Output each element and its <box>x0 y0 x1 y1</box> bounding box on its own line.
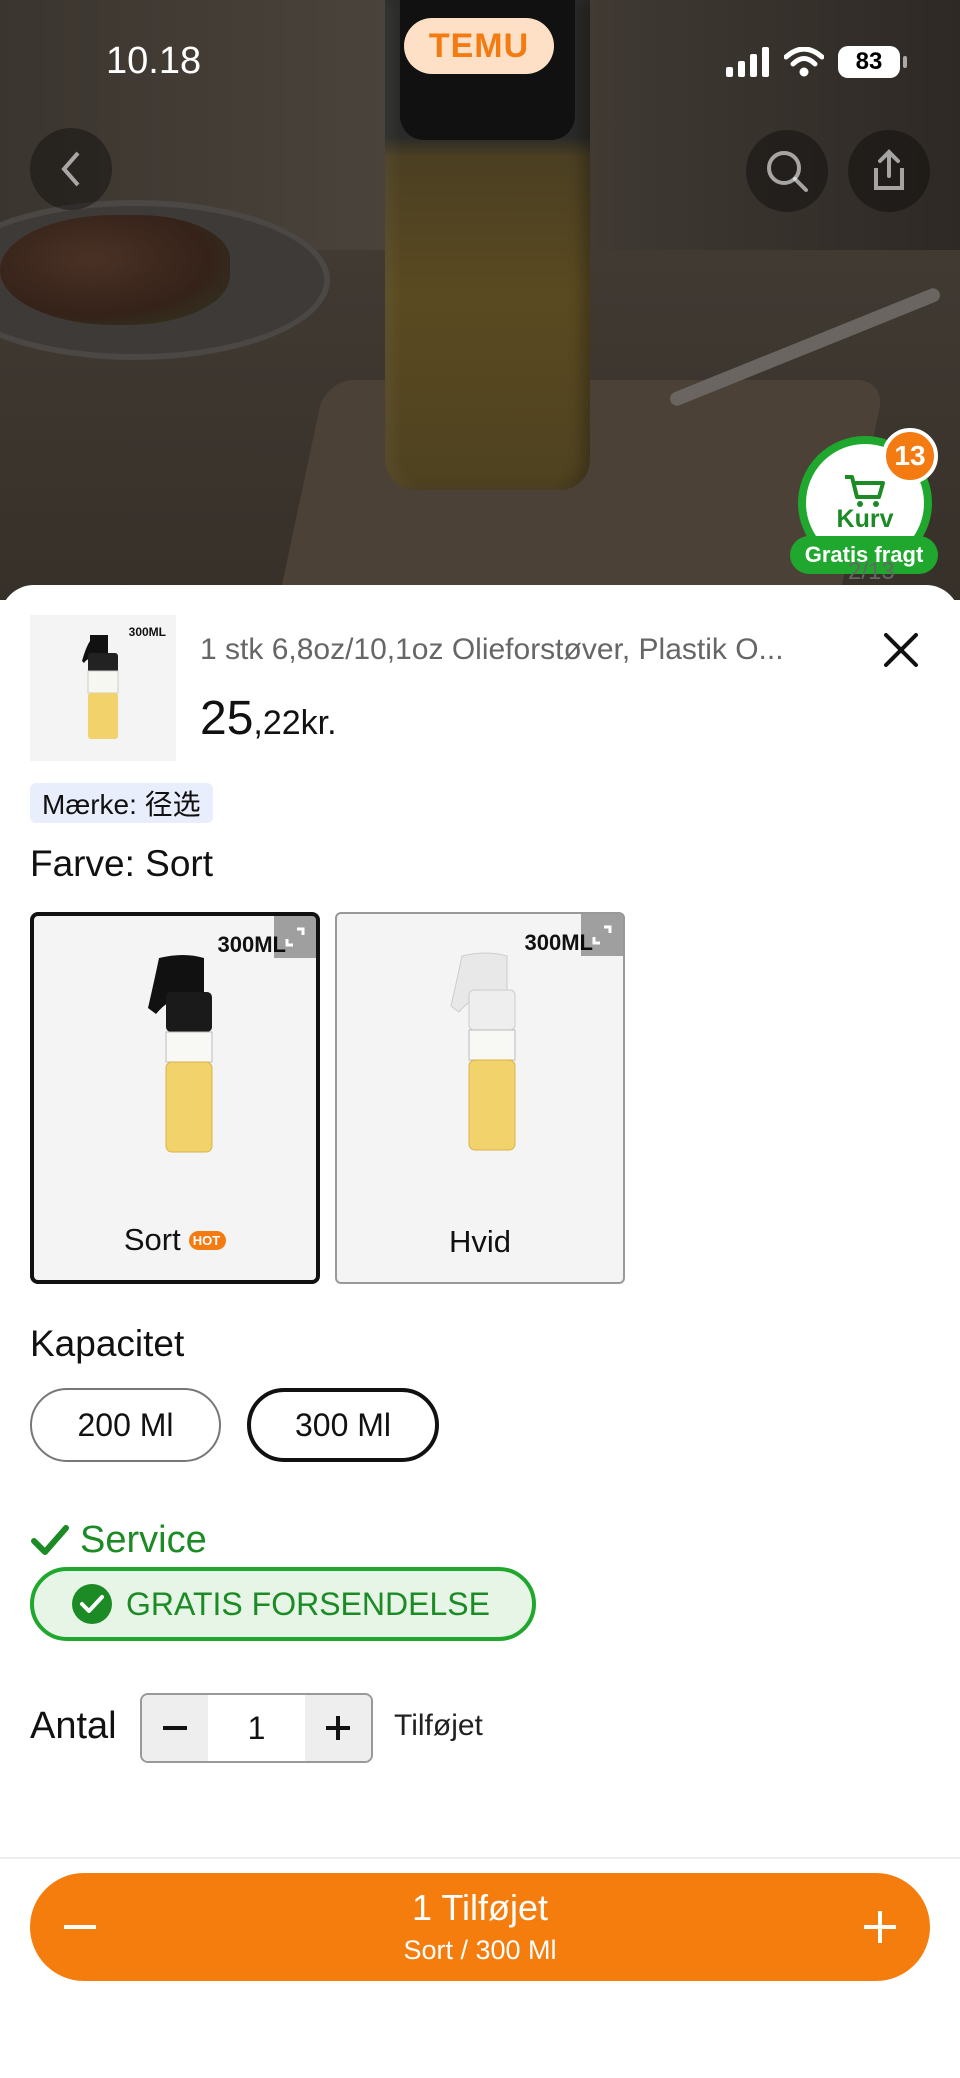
close-icon <box>884 633 918 667</box>
color-option-hvid[interactable]: 300ML Hvid <box>335 912 625 1284</box>
zoom-button[interactable] <box>581 914 623 956</box>
capacity-option-200[interactable]: 200 Ml <box>30 1388 221 1462</box>
cta-decrease-button[interactable] <box>30 1873 130 1981</box>
search-button[interactable] <box>746 130 828 212</box>
quantity-decrease-button[interactable] <box>142 1695 208 1761</box>
hot-badge: HOT <box>188 1230 227 1250</box>
quantity-added-label: Tilføjet <box>394 1709 483 1742</box>
close-button[interactable] <box>876 625 926 675</box>
white-bottle-image <box>450 952 516 1151</box>
service-heading: Service <box>30 1519 207 1562</box>
color-option-label: Hvid <box>337 1224 623 1260</box>
minus-icon <box>64 1925 96 1929</box>
color-option-sort[interactable]: 300ML Sort HOT <box>30 912 320 1284</box>
expand-icon <box>285 927 305 947</box>
share-button[interactable] <box>848 130 930 212</box>
quantity-stepper: 1 <box>140 1693 373 1763</box>
color-option-label: Sort HOT <box>34 1222 316 1258</box>
black-bottle-image <box>148 955 213 1153</box>
divider <box>0 1857 960 1859</box>
cellular-signal-icon <box>726 47 769 77</box>
color-option-name: Sort <box>123 1222 181 1257</box>
wifi-icon <box>784 47 824 77</box>
plus-icon <box>864 1911 896 1943</box>
color-section-title: Farve: Sort <box>30 843 213 884</box>
cart-label: Kurv <box>836 504 894 533</box>
service-title: Service <box>80 1519 207 1561</box>
cta-increase-button[interactable] <box>830 1873 930 1981</box>
expand-icon <box>592 925 612 945</box>
free-shipping-badge[interactable]: GRATIS FORSENDELSE <box>30 1567 536 1641</box>
capacity-option-300[interactable]: 300 Ml <box>247 1388 439 1462</box>
quantity-increase-button[interactable] <box>305 1695 371 1761</box>
minus-icon <box>163 1726 187 1730</box>
temu-logo: TEMU <box>404 18 554 74</box>
zoom-button[interactable] <box>274 916 316 958</box>
checkmark-icon <box>31 1524 69 1555</box>
share-icon <box>874 149 904 190</box>
sku-selector-sheet: 300ML 1 stk 6,8oz/10,1oz Olieforstøver, … <box>0 585 960 2078</box>
battery-icon: 83 <box>838 46 907 78</box>
color-option-name: Hvid <box>448 1224 511 1259</box>
status-time: 10.18 <box>106 40 202 82</box>
chevron-left-icon <box>61 151 80 187</box>
capacity-section-title: Kapacitet <box>30 1323 185 1364</box>
cart-icon <box>845 474 885 507</box>
quantity-label: Antal <box>30 1705 117 1747</box>
check-circle-icon <box>72 1584 112 1624</box>
thumbnail-size-tag: 300ML <box>128 625 166 639</box>
add-to-cart-button[interactable]: 1 Tilføjet Sort / 300 Ml <box>30 1873 930 1981</box>
price-whole: 25 <box>200 692 254 745</box>
cart-count-badge: 13 <box>882 428 938 484</box>
cta-main-label: 1 Tilføjet <box>411 1887 549 1928</box>
back-button[interactable] <box>30 128 112 210</box>
free-shipping-text: GRATIS FORSENDELSE <box>126 1585 490 1622</box>
background-food <box>0 215 230 325</box>
product-price: 25,22kr. <box>200 691 337 746</box>
quantity-value[interactable]: 1 <box>208 1695 305 1761</box>
product-thumbnail: 300ML <box>30 615 176 761</box>
price-fraction: ,22kr. <box>253 704 337 742</box>
plus-icon <box>326 1716 350 1740</box>
image-counter: 2/13 <box>848 558 895 585</box>
search-icon <box>767 151 808 192</box>
product-title: 1 stk 6,8oz/10,1oz Olieforstøver, Plasti… <box>200 633 784 666</box>
status-icons: 83 <box>726 46 907 78</box>
brand-badge[interactable]: Mærke: 径选 <box>30 783 213 823</box>
cta-sub-label: Sort / 300 Ml <box>403 1935 557 1965</box>
